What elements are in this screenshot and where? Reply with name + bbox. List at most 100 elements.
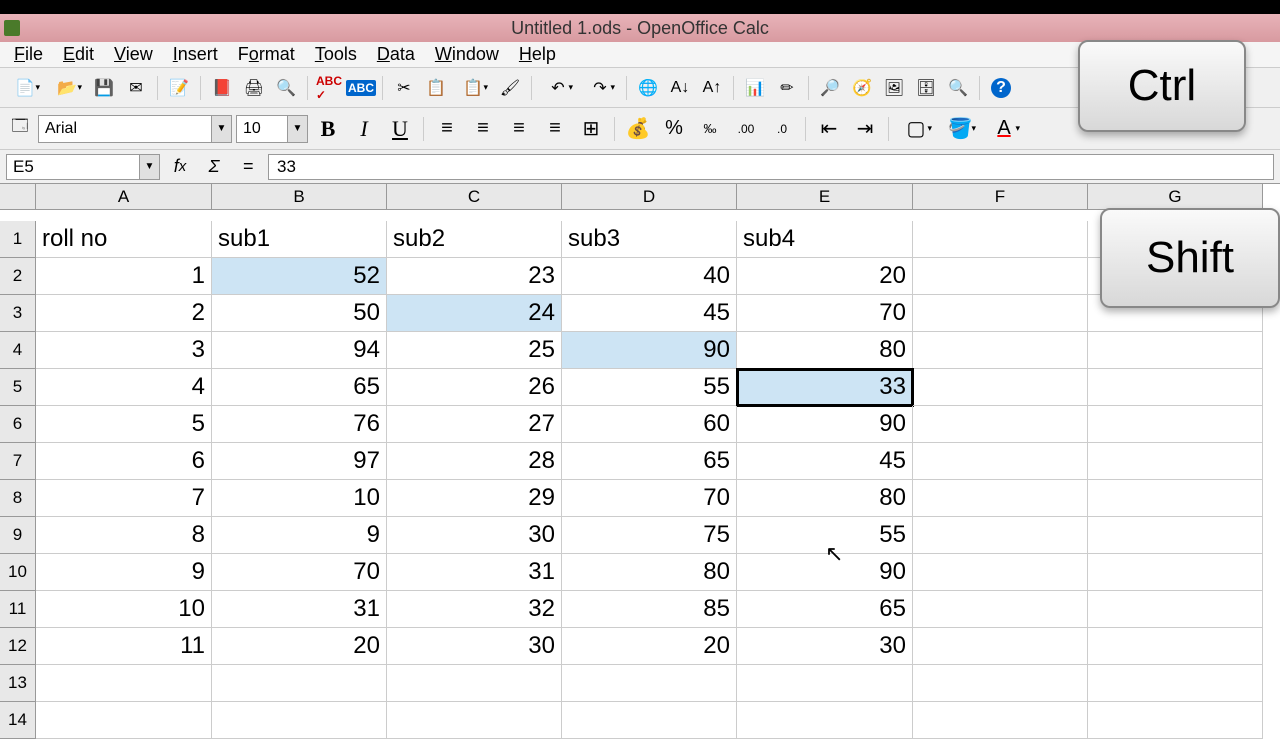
col-header-F[interactable]: F (913, 184, 1088, 210)
cell-B8[interactable]: 10 (212, 480, 387, 517)
formula-input[interactable]: 33 (268, 154, 1274, 180)
cell-A13[interactable] (36, 665, 212, 702)
row-header-11[interactable]: 11 (0, 591, 36, 628)
zoom-button[interactable]: 🔍 (944, 74, 972, 102)
cell-D3[interactable]: 45 (562, 295, 737, 332)
cell-E12[interactable]: 30 (737, 628, 913, 665)
cell-A4[interactable]: 3 (36, 332, 212, 369)
menu-format[interactable]: Format (228, 42, 305, 67)
cell-A14[interactable] (36, 702, 212, 739)
cell-B3[interactable]: 50 (212, 295, 387, 332)
cell-B2[interactable]: 52 (212, 258, 387, 295)
font-color-button[interactable]: A (984, 114, 1024, 144)
cell-D12[interactable]: 20 (562, 628, 737, 665)
cell-B1[interactable]: sub1 (212, 221, 387, 258)
cell-B10[interactable]: 70 (212, 554, 387, 591)
cell-F13[interactable] (913, 665, 1088, 702)
cell-C13[interactable] (387, 665, 562, 702)
cell-D8[interactable]: 70 (562, 480, 737, 517)
cell-E14[interactable] (737, 702, 913, 739)
cell-F2[interactable] (913, 258, 1088, 295)
cell-G4[interactable] (1088, 332, 1263, 369)
row-header-5[interactable]: 5 (0, 369, 36, 406)
cell-E2[interactable]: 20 (737, 258, 913, 295)
col-header-C[interactable]: C (387, 184, 562, 210)
percent-button[interactable]: % (658, 114, 690, 144)
email-button[interactable]: ✉ (122, 74, 150, 102)
export-pdf-button[interactable]: 📕 (208, 74, 236, 102)
merge-cells-button[interactable]: ⊞ (575, 114, 607, 144)
row-header-7[interactable]: 7 (0, 443, 36, 480)
col-header-D[interactable]: D (562, 184, 737, 210)
font-size-combo[interactable]: 10 ▼ (236, 115, 308, 143)
cell-E1[interactable]: sub4 (737, 221, 913, 258)
cell-E3[interactable]: 70 (737, 295, 913, 332)
cell-D6[interactable]: 60 (562, 406, 737, 443)
cell-D1[interactable]: sub3 (562, 221, 737, 258)
cut-button[interactable]: ✂ (390, 74, 418, 102)
font-name-combo[interactable]: Arial ▼ (38, 115, 232, 143)
cell-B12[interactable]: 20 (212, 628, 387, 665)
cell-E11[interactable]: 65 (737, 591, 913, 628)
row-header-13[interactable]: 13 (0, 665, 36, 702)
col-header-B[interactable]: B (212, 184, 387, 210)
spreadsheet-grid[interactable]: ABCDEFG1roll nosub1sub2sub3sub4215223402… (0, 184, 1280, 739)
align-justify-button[interactable]: ≡ (539, 114, 571, 144)
cell-E10[interactable]: 90 (737, 554, 913, 591)
cell-A8[interactable]: 7 (36, 480, 212, 517)
cell-F12[interactable] (913, 628, 1088, 665)
cell-G12[interactable] (1088, 628, 1263, 665)
cell-A12[interactable]: 11 (36, 628, 212, 665)
bg-color-button[interactable]: 🪣 (940, 114, 980, 144)
redo-button[interactable]: ↷ (581, 74, 619, 102)
menu-data[interactable]: Data (367, 42, 425, 67)
cell-B4[interactable]: 94 (212, 332, 387, 369)
save-button[interactable]: 💾 (90, 74, 118, 102)
cell-D14[interactable] (562, 702, 737, 739)
cell-A10[interactable]: 9 (36, 554, 212, 591)
borders-button[interactable]: ▢ (896, 114, 936, 144)
italic-button[interactable]: I (348, 114, 380, 144)
cell-G8[interactable] (1088, 480, 1263, 517)
cell-F9[interactable] (913, 517, 1088, 554)
cell-C12[interactable]: 30 (387, 628, 562, 665)
cell-G5[interactable] (1088, 369, 1263, 406)
cell-F8[interactable] (913, 480, 1088, 517)
menu-help[interactable]: Help (509, 42, 566, 67)
cell-G9[interactable] (1088, 517, 1263, 554)
sort-desc-button[interactable]: A↑ (698, 74, 726, 102)
select-all-corner[interactable] (0, 184, 36, 210)
cell-B11[interactable]: 31 (212, 591, 387, 628)
cell-C2[interactable]: 23 (387, 258, 562, 295)
new-doc-button[interactable]: 📄 (6, 74, 44, 102)
paste-button[interactable]: 📋 (454, 74, 492, 102)
cell-C11[interactable]: 32 (387, 591, 562, 628)
cell-E6[interactable]: 90 (737, 406, 913, 443)
cell-E4[interactable]: 80 (737, 332, 913, 369)
cell-B6[interactable]: 76 (212, 406, 387, 443)
increase-indent-button[interactable]: ⇥ (849, 114, 881, 144)
cell-G7[interactable] (1088, 443, 1263, 480)
cell-D2[interactable]: 40 (562, 258, 737, 295)
menu-edit[interactable]: Edit (53, 42, 104, 67)
align-left-button[interactable]: ≡ (431, 114, 463, 144)
cell-D7[interactable]: 65 (562, 443, 737, 480)
row-header-10[interactable]: 10 (0, 554, 36, 591)
undo-button[interactable]: ↶ (539, 74, 577, 102)
find-button[interactable]: 🔎 (816, 74, 844, 102)
cell-E5[interactable]: 33 (737, 369, 913, 406)
open-button[interactable]: 📂 (48, 74, 86, 102)
cell-G6[interactable] (1088, 406, 1263, 443)
add-decimal-button[interactable]: .00 (730, 114, 762, 144)
edit-file-button[interactable]: 📝 (165, 74, 193, 102)
cell-D4[interactable]: 90 (562, 332, 737, 369)
cell-C5[interactable]: 26 (387, 369, 562, 406)
menu-view[interactable]: View (104, 42, 163, 67)
cell-F5[interactable] (913, 369, 1088, 406)
row-header-3[interactable]: 3 (0, 295, 36, 332)
cell-C10[interactable]: 31 (387, 554, 562, 591)
cell-C7[interactable]: 28 (387, 443, 562, 480)
cell-E7[interactable]: 45 (737, 443, 913, 480)
menu-insert[interactable]: Insert (163, 42, 228, 67)
data-sources-button[interactable]: 🗄 (912, 74, 940, 102)
